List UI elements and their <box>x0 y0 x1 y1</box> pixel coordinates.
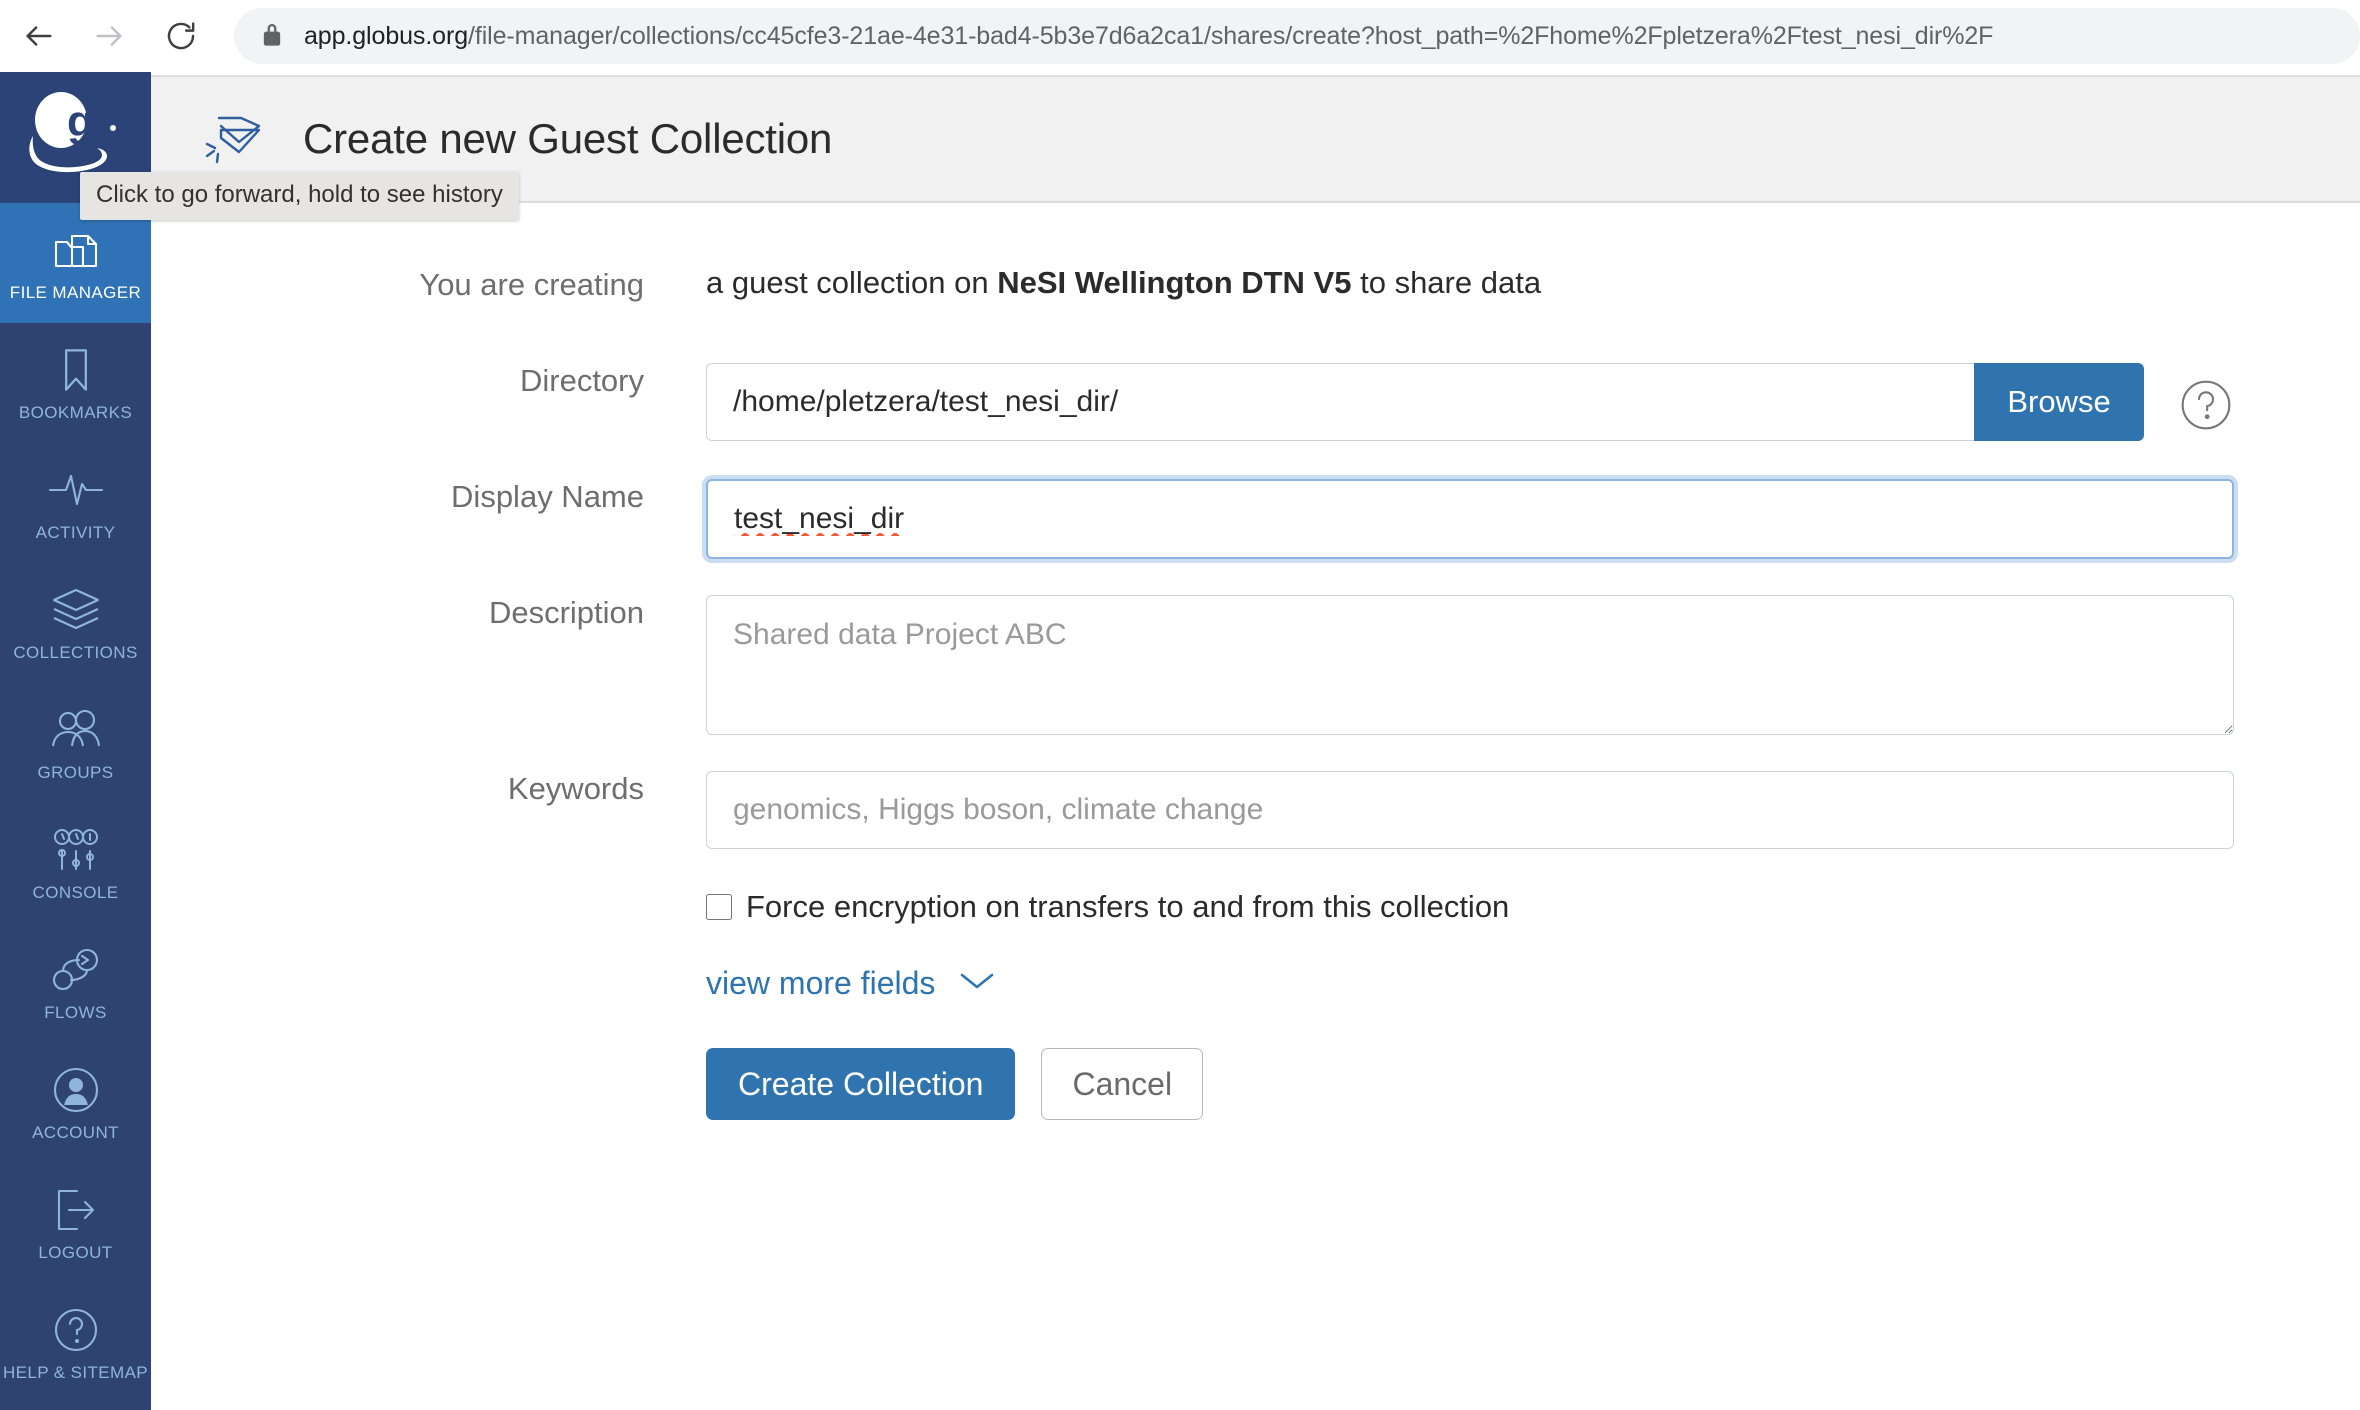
user-circle-icon <box>52 1064 100 1116</box>
force-encryption-checkbox[interactable] <box>706 894 732 920</box>
sidebar-item-account[interactable]: ACCOUNT <box>0 1043 151 1163</box>
sidebar-item-help-sitemap[interactable]: HELP & SITEMAP <box>0 1283 151 1403</box>
creating-value: a guest collection on NeSI Wellington DT… <box>706 267 2234 298</box>
sidebar-item-label: FLOWS <box>44 1003 106 1023</box>
arrow-right-icon <box>92 19 126 53</box>
directory-row: Directory Browse <box>151 363 2360 441</box>
sidebar-item-label: HELP & SITEMAP <box>3 1363 148 1383</box>
sidebar-item-label: LOGOUT <box>38 1243 112 1263</box>
sidebar-item-logout[interactable]: LOGOUT <box>0 1163 151 1283</box>
directory-input-group: Browse <box>706 363 2234 441</box>
bookmark-icon <box>57 344 95 396</box>
browser-back-button[interactable] <box>16 13 62 59</box>
reload-icon <box>164 19 198 53</box>
keywords-label: Keywords <box>151 771 706 807</box>
creating-prefix: a guest collection on <box>706 265 997 300</box>
browser-forward-tooltip: Click to go forward, hold to see history <box>80 172 519 220</box>
creating-row: You are creating a guest collection on N… <box>151 267 2360 303</box>
address-bar-host: app.globus.org <box>304 22 468 50</box>
keywords-input[interactable] <box>706 771 2234 849</box>
address-bar-url: app.globus.org/file-manager/collections/… <box>304 24 1993 49</box>
description-row: Description <box>151 595 2360 735</box>
browse-button[interactable]: Browse <box>1974 363 2144 441</box>
sidebar-item-file-manager[interactable]: FILE MANAGER <box>0 203 151 323</box>
flow-arrow-icon <box>49 944 103 996</box>
question-circle-icon <box>2178 377 2234 433</box>
force-encryption-label[interactable]: Force encryption on transfers to and fro… <box>746 889 1509 925</box>
form-actions: Create Collection Cancel <box>706 1048 2360 1120</box>
cancel-button[interactable]: Cancel <box>1041 1048 1203 1120</box>
browser-toolbar: app.globus.org/file-manager/collections/… <box>0 0 2360 72</box>
page-title: Create new Guest Collection <box>303 115 832 163</box>
directory-help-button[interactable] <box>2178 369 2234 441</box>
guest-collection-icon <box>191 106 267 173</box>
display-name-label: Display Name <box>151 479 706 515</box>
create-collection-button[interactable]: Create Collection <box>706 1048 1015 1120</box>
view-more-fields-label: view more fields <box>706 965 935 1002</box>
question-circle-icon <box>52 1304 100 1356</box>
arrow-left-icon <box>22 19 56 53</box>
address-bar[interactable]: app.globus.org/file-manager/collections/… <box>234 8 2360 64</box>
sidebar-item-label: CONSOLE <box>33 883 119 903</box>
svg-text:g: g <box>67 97 94 146</box>
sidebar-item-label: GROUPS <box>37 763 113 783</box>
display-name-row: Display Name <box>151 479 2360 559</box>
force-encryption-row: Force encryption on transfers to and fro… <box>706 889 2360 925</box>
directory-label: Directory <box>151 363 706 399</box>
pulse-icon <box>48 464 104 516</box>
creating-endpoint-name: NeSI Wellington DTN V5 <box>997 265 1351 300</box>
sidebar-item-activity[interactable]: ACTIVITY <box>0 443 151 563</box>
layers-icon <box>50 584 102 636</box>
view-more-fields-toggle[interactable]: view more fields <box>706 965 997 1002</box>
keywords-row: Keywords <box>151 771 2360 849</box>
sidebar-item-collections[interactable]: COLLECTIONS <box>0 563 151 683</box>
sidebar-item-console[interactable]: CONSOLE <box>0 803 151 923</box>
sidebar-item-label: FILE MANAGER <box>10 283 141 303</box>
sidebar-item-label: BOOKMARKS <box>19 403 132 423</box>
lock-icon <box>260 20 284 53</box>
sidebar-item-label: COLLECTIONS <box>13 643 137 663</box>
folder-icon <box>50 224 102 276</box>
globus-app: g FILE MANAGER BOOKMARKS <box>0 72 2360 1410</box>
create-guest-collection-form: You are creating a guest collection on N… <box>151 267 2360 1120</box>
sidebar-item-bookmarks[interactable]: BOOKMARKS <box>0 323 151 443</box>
people-icon <box>48 704 104 756</box>
sidebar-item-groups[interactable]: GROUPS <box>0 683 151 803</box>
sliders-icon <box>50 824 102 876</box>
description-label: Description <box>151 595 706 631</box>
display-name-input[interactable] <box>706 479 2234 559</box>
creating-label: You are creating <box>151 267 706 303</box>
logout-icon <box>51 1184 101 1236</box>
creating-suffix: to share data <box>1351 265 1541 300</box>
chevron-down-icon <box>957 969 997 998</box>
directory-input[interactable] <box>706 363 1974 441</box>
sidebar-item-flows[interactable]: FLOWS <box>0 923 151 1043</box>
sidebar-item-label: ACCOUNT <box>32 1123 119 1143</box>
address-bar-path: /file-manager/collections/cc45cfe3-21ae-… <box>468 22 1993 50</box>
sidebar: g FILE MANAGER BOOKMARKS <box>0 72 151 1410</box>
sidebar-item-label: ACTIVITY <box>36 523 116 543</box>
description-input[interactable] <box>706 595 2234 735</box>
browser-reload-button[interactable] <box>158 13 204 59</box>
browser-forward-button[interactable] <box>86 13 132 59</box>
